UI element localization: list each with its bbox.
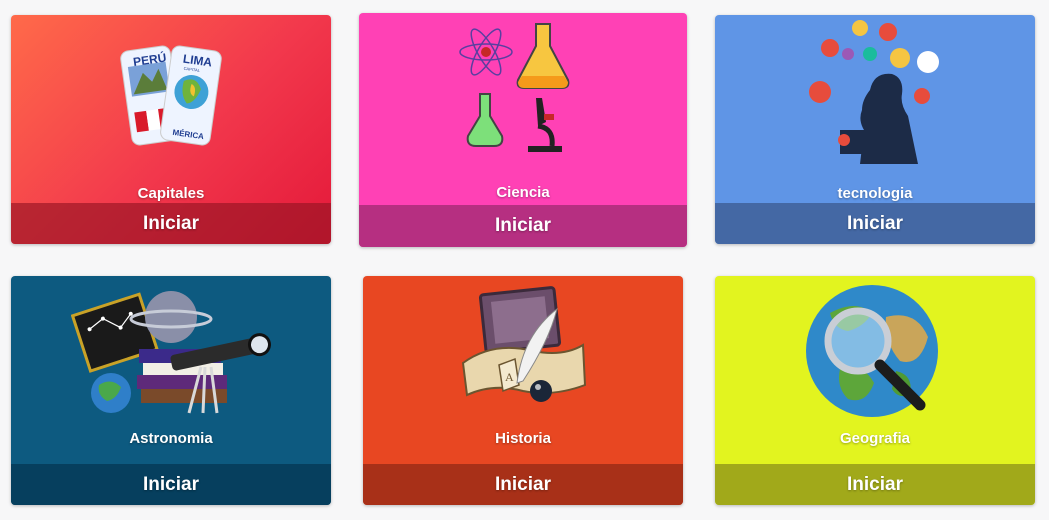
science-lab-icon bbox=[359, 13, 687, 173]
start-button[interactable]: Iniciar bbox=[715, 203, 1035, 244]
card-title: Capitales bbox=[137, 185, 205, 202]
card-title: Geografia bbox=[839, 430, 911, 447]
start-button[interactable]: Iniciar bbox=[359, 205, 687, 247]
quill-scroll-icon: A bbox=[363, 280, 683, 420]
technology-person-icon bbox=[715, 15, 1035, 175]
card-tecnologia[interactable]: tecnologia Iniciar bbox=[715, 15, 1035, 244]
card-historia[interactable]: A Historia Iniciar bbox=[363, 276, 683, 505]
card-ciencia[interactable]: Ciencia Iniciar bbox=[359, 13, 687, 247]
card-title: tecnologia bbox=[837, 185, 913, 202]
globe-magnifier-icon bbox=[715, 280, 1035, 428]
telescope-books-icon bbox=[11, 282, 331, 422]
card-title: Historia bbox=[495, 430, 551, 447]
card-title: Ciencia bbox=[496, 184, 550, 201]
start-button[interactable]: Iniciar bbox=[11, 464, 331, 505]
card-astronomia[interactable]: Astronomia Iniciar bbox=[11, 276, 331, 505]
peru-lima-cards-icon: PERÚ LIMA CAPITAL MÉRICA bbox=[11, 15, 331, 175]
card-geografia[interactable]: Geografia Iniciar bbox=[715, 276, 1035, 505]
start-button[interactable]: Iniciar bbox=[363, 464, 683, 505]
svg-text:A: A bbox=[505, 370, 514, 384]
card-title: Astronomia bbox=[129, 430, 213, 447]
start-button[interactable]: Iniciar bbox=[715, 464, 1035, 505]
card-capitales[interactable]: PERÚ LIMA CAPITAL MÉRICA Capitales Inici… bbox=[11, 15, 331, 244]
start-button[interactable]: Iniciar bbox=[11, 203, 331, 244]
